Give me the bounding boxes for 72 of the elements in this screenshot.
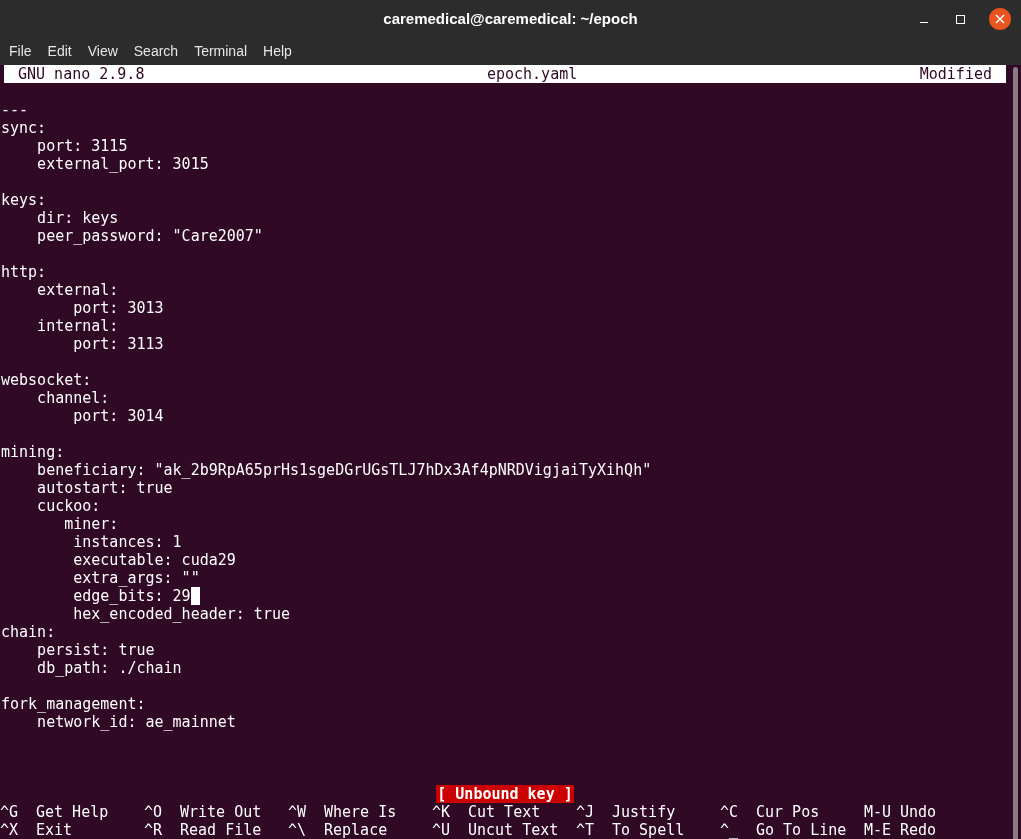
shortcut-label: Get Help: [36, 803, 109, 821]
code-line: port: 3115: [36, 137, 128, 155]
shortcut-label: Justify: [612, 803, 676, 821]
code-line: sync:: [1, 119, 47, 137]
menu-item[interactable]: Search: [133, 41, 179, 62]
menu-item[interactable]: View: [87, 41, 118, 62]
shortcut-key: M-U: [864, 803, 891, 821]
shortcut-key: ^W: [288, 803, 315, 821]
code-line: chain:: [1, 623, 56, 641]
menu-item[interactable]: Edit: [47, 41, 72, 62]
shortcut-label: Uncut Text: [468, 821, 559, 839]
shortcut-key: ^K: [432, 803, 459, 821]
code-line: autostart: true: [36, 479, 173, 497]
code-line: http:: [1, 263, 47, 281]
shortcut-label: Cur Pos: [756, 803, 820, 821]
code-line: network_id: ae_mainnet: [36, 713, 236, 731]
file-name: epoch.yaml: [486, 65, 578, 83]
shortcut-label: Cut Text: [468, 803, 541, 821]
shortcut-label: Write Out: [180, 803, 262, 821]
code-line: db_path: ./chain: [36, 659, 182, 677]
code-line: internal:: [36, 317, 119, 335]
shortcut-key: ^_: [720, 821, 747, 839]
shortcut-key: ^G: [0, 803, 27, 821]
shortcut-label: Undo: [900, 803, 937, 821]
modified-status: Modified: [919, 65, 992, 83]
close-icon: [995, 14, 1005, 24]
code-line: external:: [36, 281, 119, 299]
nano-version: GNU nano 2.9.8: [18, 65, 145, 83]
maximize-button[interactable]: [953, 12, 967, 26]
shortcut-label: To Spell: [612, 821, 685, 839]
close-button[interactable]: [989, 8, 1011, 30]
code-line: websocket:: [1, 371, 92, 389]
code-line: hex_encoded_header: true: [72, 605, 290, 623]
code-line: fork_management:: [1, 695, 146, 713]
code-line: cuckoo:: [36, 497, 101, 515]
shortcut-key: ^U: [432, 821, 459, 839]
code-line: mining:: [1, 443, 65, 461]
menu-item[interactable]: Help: [263, 41, 292, 62]
menu-item[interactable]: File: [9, 41, 32, 62]
shortcut-label: Where Is: [324, 803, 397, 821]
shortcut-label: Read File: [180, 821, 262, 839]
shortcut-key: ^\: [288, 821, 315, 839]
code-line: keys:: [1, 191, 47, 209]
shortcut-label: Go To Line: [756, 821, 847, 839]
shortcut-label: Replace: [324, 821, 388, 839]
shortcut-key: M-E: [864, 821, 891, 839]
shortcut-key: ^J: [576, 803, 603, 821]
code-line: external_port: 3015: [36, 155, 209, 173]
code-line: edge_bits: 29: [1, 587, 200, 605]
window-title: caremedical@caremedical: ~/epoch: [383, 8, 638, 29]
code-line: miner:: [63, 515, 119, 533]
shortcut-key: ^X: [0, 821, 27, 839]
code-line: extra_args: "": [72, 569, 200, 587]
code-line: ---: [1, 101, 29, 119]
menu-item[interactable]: Terminal: [194, 41, 248, 62]
code-line: instances: 1: [72, 533, 182, 551]
shortcut-label: Redo: [900, 821, 937, 839]
code-line: dir: keys: [36, 209, 119, 227]
shortcut-key: ^T: [576, 821, 603, 839]
shortcut-key: ^R: [144, 821, 171, 839]
code-line: beneficiary: "ak_2b9RpA65prHs1sgeDGrUGsTLJ7hDx3Af4pNRDVigjaiTyXihQh": [36, 461, 652, 479]
shortcut-label: Exit: [36, 821, 73, 839]
code-line: port: 3014: [72, 407, 164, 425]
code-line: peer_password: "Care2007": [36, 227, 263, 245]
status-message: [ Unbound key ]: [436, 785, 574, 803]
code-line: persist: true: [36, 641, 155, 659]
code-line: executable: cuda29: [72, 551, 236, 569]
code-line: port: 3113: [72, 335, 164, 353]
shortcut-key: ^O: [144, 803, 171, 821]
code-line: port: 3013: [72, 299, 164, 317]
shortcut-key: ^C: [720, 803, 747, 821]
code-line: channel:: [36, 389, 110, 407]
